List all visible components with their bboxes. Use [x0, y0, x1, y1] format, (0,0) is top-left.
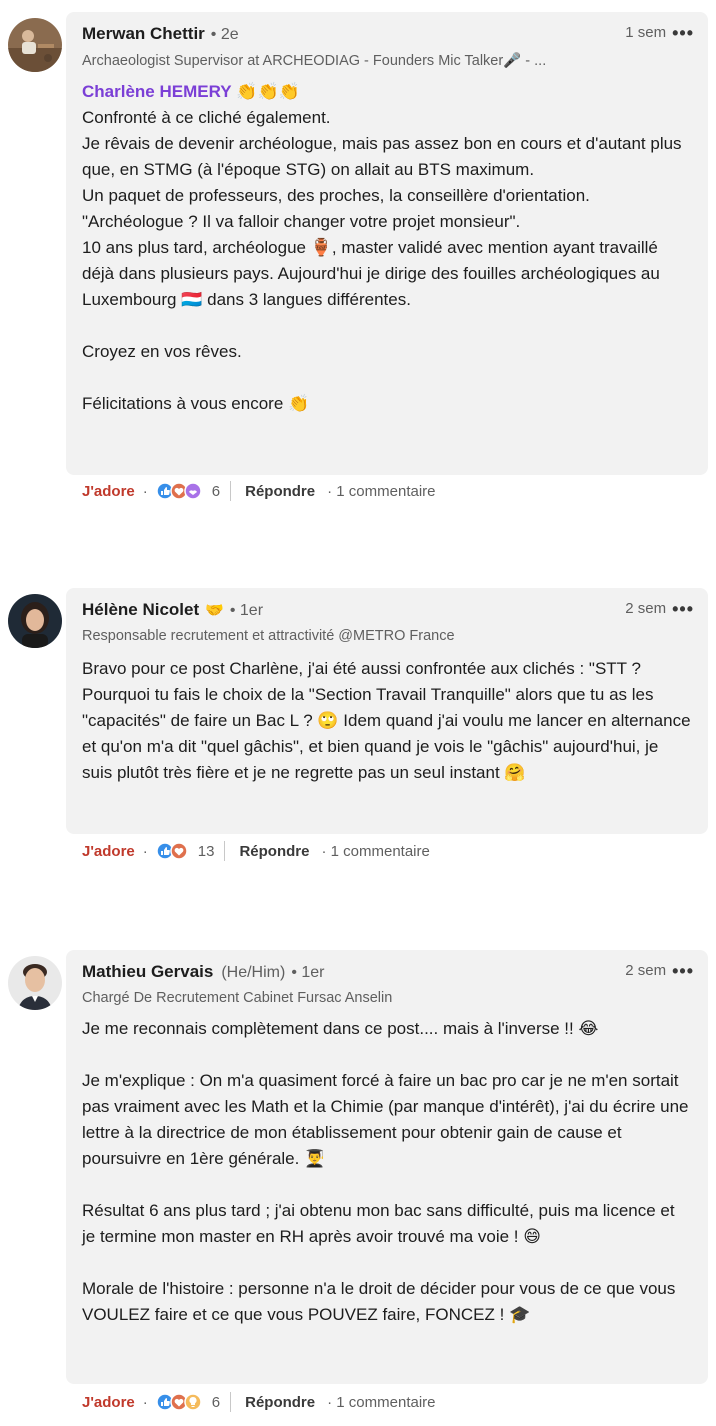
comment-bubble: Mathieu Gervais (He/Him) • 1er 2 sem •••…: [66, 950, 708, 1384]
divider: [224, 841, 226, 861]
comment-actions: J'adore · 6 Répondre · 1 commentaire: [82, 1390, 436, 1414]
author-name[interactable]: Merwan Chettir: [82, 24, 205, 44]
comment-meta: 2 sem •••: [625, 600, 694, 618]
comment-header: Merwan Chettir • 2e: [82, 24, 692, 48]
connection-degree: • 2e: [210, 26, 239, 43]
mention-emoji: 👏👏👏: [236, 82, 300, 101]
comment-bubble: Merwan Chettir • 2e 1 sem ••• Archaeolog…: [66, 12, 708, 475]
reply-count[interactable]: · 1 commentaire: [327, 1394, 435, 1411]
comment-actions: J'adore · 6 Répondre · 1 commentaire: [82, 479, 436, 503]
comment-meta: 1 sem •••: [625, 24, 694, 42]
author-pronouns: (He/Him): [221, 964, 286, 981]
comment-time: 2 sem: [625, 962, 667, 979]
author-emoji: 🤝: [205, 602, 224, 619]
comment-actions: J'adore · 13 Répondre · 1 commentaire: [82, 839, 430, 863]
comment-bubble: Hélène Nicolet 🤝 • 1er 2 sem ••• Respons…: [66, 588, 708, 834]
avatar-photo-icon: [8, 594, 62, 648]
insightful-reaction-icon: [184, 1393, 202, 1411]
support-reaction-icon: [184, 482, 202, 500]
reaction-count[interactable]: 6: [212, 1394, 220, 1411]
avatar[interactable]: [8, 956, 62, 1010]
love-reaction-icon: [170, 842, 188, 860]
separator-dot: ·: [142, 482, 148, 500]
author-name[interactable]: Mathieu Gervais: [82, 962, 213, 982]
reply-button[interactable]: Répondre: [239, 843, 309, 860]
comment-text: Bravo pour ce post Charlène, j'ai été au…: [82, 659, 696, 782]
author-headline: Archaeologist Supervisor at ARCHEODIAG -…: [82, 53, 547, 69]
more-options-icon[interactable]: •••: [672, 24, 694, 42]
like-button[interactable]: J'adore: [82, 843, 135, 860]
reactions-summary[interactable]: [156, 1393, 202, 1411]
divider: [230, 481, 232, 501]
comment-time: 2 sem: [625, 600, 667, 617]
reactions-summary[interactable]: [156, 842, 188, 860]
reactions-summary[interactable]: [156, 482, 202, 500]
reply-count[interactable]: · 1 commentaire: [321, 843, 429, 860]
comment-body: Charlène HEMERY 👏👏👏 Confronté à ce clich…: [82, 79, 692, 417]
more-options-icon[interactable]: •••: [672, 600, 694, 618]
avatar[interactable]: [8, 594, 62, 648]
comment-meta: 2 sem •••: [625, 962, 694, 980]
divider: [230, 1392, 232, 1412]
connection-degree: • 1er: [291, 964, 325, 981]
connection-degree: • 1er: [229, 602, 264, 619]
avatar-photo-icon: [8, 18, 62, 72]
like-button[interactable]: J'adore: [82, 483, 135, 500]
comment-text: Je me reconnais complètement dans ce pos…: [82, 1019, 689, 1324]
avatar-photo-icon: [8, 956, 62, 1010]
reply-button[interactable]: Répondre: [245, 483, 315, 500]
author-headline: Responsable recrutement et attractivité …: [82, 628, 455, 644]
separator-dot: ·: [142, 842, 148, 860]
comment-time: 1 sem: [625, 24, 667, 41]
like-button[interactable]: J'adore: [82, 1394, 135, 1411]
author-headline: Chargé De Recrutement Cabinet Fursac Ans…: [82, 990, 393, 1006]
separator-dot: ·: [142, 1393, 148, 1411]
reaction-count[interactable]: 6: [212, 483, 220, 500]
avatar[interactable]: [8, 18, 62, 72]
reply-count[interactable]: · 1 commentaire: [327, 483, 435, 500]
comment-header: Hélène Nicolet 🤝 • 1er: [82, 600, 692, 624]
author-name[interactable]: Hélène Nicolet: [82, 600, 199, 620]
comment-text: Confronté à ce cliché également. Je rêva…: [82, 108, 682, 413]
reply-button[interactable]: Répondre: [245, 1394, 315, 1411]
comment-header: Mathieu Gervais (He/Him) • 1er: [82, 962, 692, 986]
reaction-count[interactable]: 13: [198, 843, 215, 860]
more-options-icon[interactable]: •••: [672, 962, 694, 980]
mention-link[interactable]: Charlène HEMERY: [82, 82, 232, 101]
